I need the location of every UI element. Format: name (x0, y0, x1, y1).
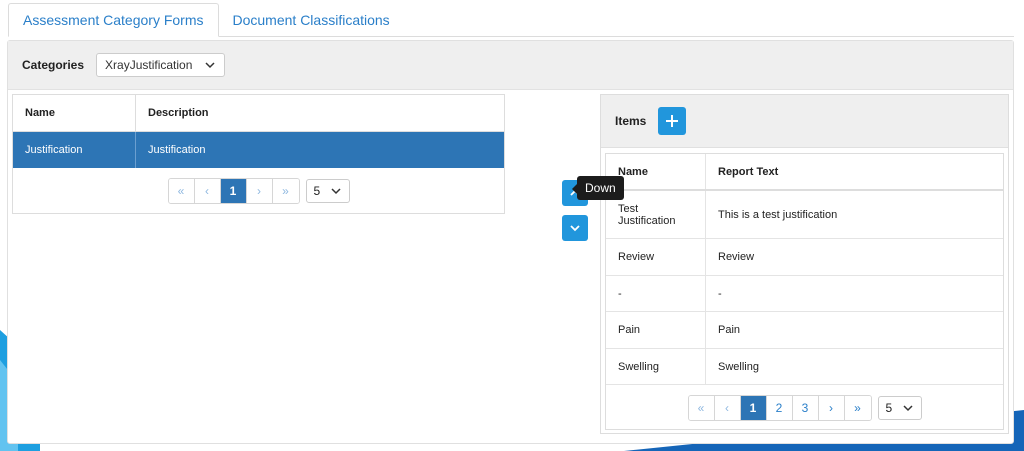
items-panel: Items Name Report Text Test Justificatio… (600, 94, 1009, 434)
pager-page-1[interactable]: 1 (220, 179, 247, 203)
items-pager: « ‹ 1 2 3 › » 5 (606, 387, 1003, 429)
pager-page-2[interactable]: 2 (766, 396, 793, 420)
pager-first-button[interactable]: « (688, 396, 715, 420)
table-row[interactable]: Review Review (606, 239, 1003, 276)
items-grid-header: Name Report Text (606, 154, 1003, 191)
pager-next-button[interactable]: › (246, 179, 273, 203)
table-row[interactable]: Justification Justification (13, 132, 504, 168)
chevron-down-icon (330, 188, 341, 195)
plus-icon (666, 115, 679, 127)
categories-grid: Name Description Justification Justifica… (12, 94, 505, 214)
items-grid: Name Report Text Test Justification This… (605, 153, 1004, 430)
page-size-value: 5 (885, 401, 893, 415)
pager-page-1[interactable]: 1 (740, 396, 767, 420)
pager-last-button[interactable]: » (844, 396, 871, 420)
table-row[interactable]: Test Justification This is a test justif… (606, 191, 1003, 239)
category-select[interactable]: XrayJustification (96, 53, 226, 77)
table-row[interactable]: Pain Pain (606, 312, 1003, 349)
categories-toolbar: Categories XrayJustification (8, 41, 1013, 90)
chevron-down-icon (205, 62, 215, 69)
column-header-description[interactable]: Description (136, 95, 504, 131)
item-name-cell: - (606, 276, 706, 311)
item-name-cell: Pain (606, 312, 706, 348)
table-row[interactable]: Swelling Swelling (606, 349, 1003, 385)
row-description-cell: Justification (148, 144, 206, 156)
pager-first-button[interactable]: « (168, 179, 195, 203)
table-row[interactable]: - - (606, 276, 1003, 312)
item-report-cell: This is a test justification (718, 208, 838, 221)
down-tooltip: Down (572, 176, 624, 200)
tab-bar: Assessment Category Forms Document Class… (8, 3, 1014, 37)
chevron-down-icon (902, 405, 913, 412)
item-name-cell: Review (606, 239, 706, 275)
column-header-report-text[interactable]: Report Text (706, 154, 1003, 189)
category-select-value: XrayJustification (105, 58, 193, 72)
move-down-button[interactable] (562, 215, 588, 241)
pager-prev-button[interactable]: ‹ (194, 179, 221, 203)
tab-document-classifications[interactable]: Document Classifications (219, 3, 404, 37)
categories-label: Categories (22, 58, 85, 72)
tab-assessment-category-forms[interactable]: Assessment Category Forms (8, 3, 219, 37)
items-title: Items (615, 114, 647, 128)
item-report-cell: Swelling (718, 360, 759, 373)
item-report-cell: - (718, 287, 722, 300)
pager-buttons: « ‹ 1 2 3 › » (687, 395, 872, 421)
pager-page-3[interactable]: 3 (792, 396, 819, 420)
pager-last-button[interactable]: » (272, 179, 299, 203)
item-report-cell: Pain (718, 324, 741, 336)
page-size-select[interactable]: 5 (305, 179, 350, 203)
add-item-button[interactable] (658, 107, 687, 135)
chevron-down-icon (570, 225, 580, 232)
column-header-name[interactable]: Name (13, 95, 136, 131)
pager-next-button[interactable]: › (818, 396, 845, 420)
item-name-cell: Swelling (606, 349, 706, 384)
item-report-cell: Review (718, 251, 755, 263)
items-header: Items (601, 95, 1008, 148)
grid-header: Name Description (13, 95, 504, 132)
main-panel: Categories XrayJustification Name Descri… (7, 40, 1014, 444)
categories-pager: « ‹ 1 › » 5 (13, 168, 504, 214)
row-name-cell: Justification (13, 132, 136, 168)
pager-prev-button[interactable]: ‹ (714, 396, 741, 420)
page-size-select[interactable]: 5 (877, 396, 922, 420)
page-size-value: 5 (313, 184, 321, 198)
pager-buttons: « ‹ 1 › » (167, 178, 300, 204)
